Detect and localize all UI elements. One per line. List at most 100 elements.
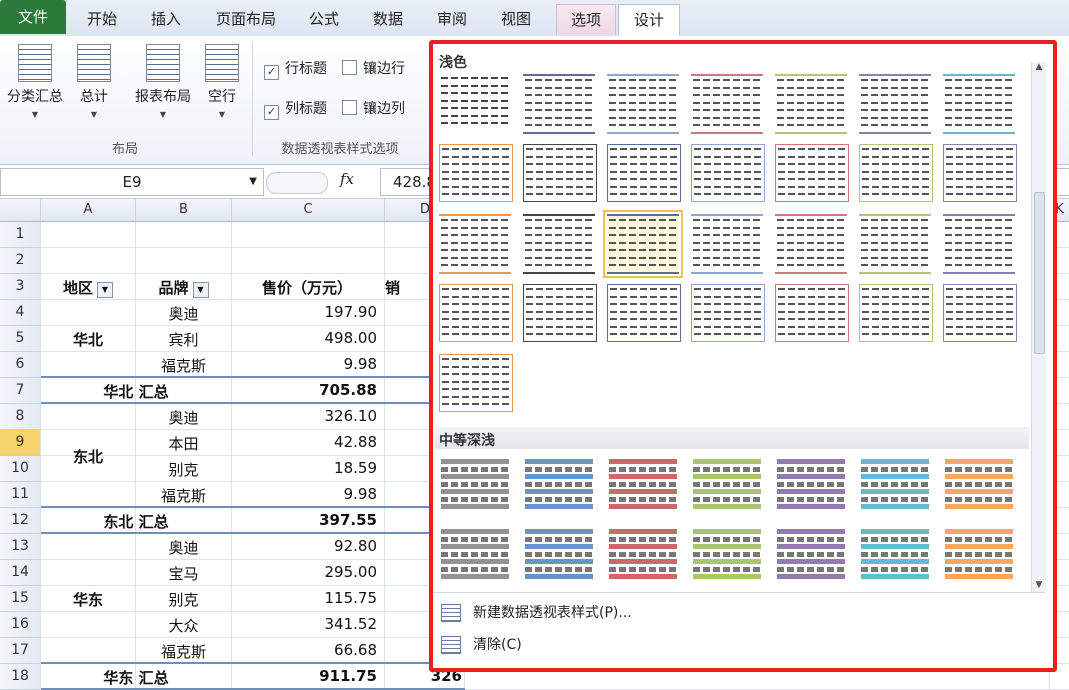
brand-cell[interactable]: 福克斯 (136, 355, 231, 376)
region-cell[interactable]: 东北 (41, 446, 135, 467)
column-headers-checkbox[interactable]: ✓ 列标题 (264, 98, 327, 120)
new-pivot-style-menu-item[interactable]: 新建数据透视表样式(P)... (473, 602, 632, 622)
light-style-thumb[interactable] (859, 284, 933, 342)
banded-rows-checkbox[interactable]: 镶边行 (342, 58, 405, 78)
row-header-3[interactable]: 3 (0, 274, 41, 300)
select-all-corner[interactable] (0, 199, 41, 221)
row-header-12[interactable]: 12 (0, 508, 41, 534)
brand-cell[interactable]: 福克斯 (136, 641, 231, 662)
light-style-thumb[interactable] (523, 144, 597, 202)
row-header-8[interactable]: 8 (0, 404, 41, 430)
row-header-9[interactable]: 9 (0, 430, 41, 456)
subtotal-label[interactable]: 华东 汇总 (41, 667, 231, 688)
light-style-thumb[interactable] (439, 74, 511, 130)
price-cell[interactable]: 295.00 (232, 563, 378, 581)
price-cell[interactable]: 92.80 (232, 537, 377, 555)
light-style-thumb[interactable] (943, 284, 1017, 342)
row-headers-checkbox[interactable]: ✓ 行标题 (264, 58, 327, 80)
tab-formulas[interactable]: 公式 (298, 4, 350, 34)
row-header-13[interactable]: 13 (0, 534, 41, 560)
light-style-thumb[interactable] (523, 214, 595, 274)
region-cell[interactable]: 华北 (41, 329, 135, 350)
subtotal-price[interactable]: 911.75 (232, 667, 377, 685)
row-header-6[interactable]: 6 (0, 352, 41, 378)
light-style-thumb[interactable] (439, 354, 513, 412)
light-style-thumb[interactable] (439, 284, 513, 342)
tab-review[interactable]: 审阅 (426, 4, 478, 34)
price-cell[interactable]: 18.59 (232, 459, 377, 477)
row-header-1[interactable]: 1 (0, 222, 41, 248)
brand-cell[interactable]: 福克斯 (136, 485, 231, 506)
subtotal-price[interactable]: 397.55 (232, 511, 377, 529)
medium-style-thumb[interactable] (607, 526, 679, 582)
medium-style-thumb[interactable] (943, 456, 1015, 512)
tab-home[interactable]: 开始 (76, 4, 128, 34)
scroll-down-icon[interactable]: ▼ (1032, 580, 1046, 590)
column-header-b[interactable]: B (136, 199, 232, 221)
brand-cell[interactable]: 宝马 (136, 563, 231, 584)
row-header-10[interactable]: 10 (0, 456, 41, 482)
tab-options[interactable]: 选项 (556, 4, 616, 35)
name-box[interactable]: E9 ▼ (0, 168, 264, 196)
brand-cell[interactable]: 别克 (136, 589, 231, 610)
light-style-thumb[interactable] (691, 284, 765, 342)
filter-dropdown-icon[interactable]: ▼ (97, 282, 113, 298)
header-price[interactable]: 售价（万元） (232, 277, 382, 298)
medium-style-thumb[interactable] (523, 526, 595, 582)
row-header-16[interactable]: 16 (0, 612, 41, 638)
formula-bar-splitter[interactable] (266, 172, 328, 194)
brand-cell[interactable]: 大众 (136, 615, 231, 636)
medium-style-thumb[interactable] (439, 526, 511, 582)
subtotal-price[interactable]: 705.88 (232, 381, 377, 399)
header-brand[interactable]: 品牌 ▼ (136, 277, 231, 298)
row-header-2[interactable]: 2 (0, 248, 41, 274)
row-header-5[interactable]: 5 (0, 326, 41, 352)
light-style-thumb[interactable] (775, 74, 847, 134)
light-style-thumb[interactable] (859, 214, 931, 274)
medium-style-thumb[interactable] (607, 456, 679, 512)
price-cell[interactable]: 9.98 (232, 485, 377, 503)
clear-menu-item[interactable]: 清除(C) (473, 634, 522, 654)
price-cell[interactable]: 9.98 (232, 355, 377, 373)
header-region[interactable]: 地区 ▼ (41, 277, 135, 298)
price-cell[interactable]: 326.10 (232, 407, 378, 425)
light-style-thumb[interactable] (523, 284, 597, 342)
banded-columns-checkbox[interactable]: 镶边列 (342, 98, 405, 118)
subtotals-button[interactable]: 分类汇总 ▼ (2, 44, 68, 119)
light-style-thumb[interactable] (691, 74, 763, 134)
light-style-thumb[interactable] (691, 144, 765, 202)
light-style-thumb[interactable] (691, 214, 763, 274)
filter-dropdown-icon[interactable]: ▼ (192, 282, 209, 298)
subtotal-label[interactable]: 东北 汇总 (41, 511, 231, 532)
row-header-18[interactable]: 18 (0, 664, 41, 690)
tab-file[interactable]: 文件 (0, 0, 66, 34)
tab-view[interactable]: 视图 (490, 4, 542, 34)
row-header-11[interactable]: 11 (0, 482, 41, 508)
light-style-thumb[interactable] (439, 144, 513, 202)
medium-style-thumb[interactable] (859, 456, 931, 512)
region-cell[interactable]: 华东 (41, 589, 135, 610)
light-style-thumb[interactable] (943, 74, 1015, 134)
price-cell[interactable]: 197.90 (232, 303, 378, 321)
tab-design[interactable]: 设计 (618, 4, 680, 36)
brand-cell[interactable]: 奥迪 (136, 407, 231, 428)
row-header-17[interactable]: 17 (0, 638, 41, 664)
scroll-up-icon[interactable]: ▲ (1032, 62, 1046, 72)
light-style-thumb[interactable] (859, 144, 933, 202)
medium-style-thumb[interactable] (439, 456, 511, 512)
price-cell[interactable]: 498.00 (232, 329, 378, 347)
row-header-4[interactable]: 4 (0, 300, 41, 326)
light-style-thumb[interactable] (775, 214, 847, 274)
row-header-7[interactable]: 7 (0, 378, 41, 404)
medium-style-thumb[interactable] (859, 526, 931, 582)
light-style-thumb[interactable] (775, 144, 849, 202)
medium-style-thumb[interactable] (691, 526, 763, 582)
blank-rows-button[interactable]: 空行 ▼ (198, 44, 246, 119)
subtotal-label[interactable]: 华北 汇总 (41, 381, 231, 402)
medium-style-thumb[interactable] (775, 456, 847, 512)
tab-data[interactable]: 数据 (362, 4, 414, 34)
gallery-scrollbar[interactable]: ▲ ▼ (1031, 62, 1046, 592)
light-style-thumb[interactable] (603, 210, 683, 278)
price-cell[interactable]: 42.88 (232, 433, 377, 451)
grand-totals-button[interactable]: 总计 ▼ (70, 44, 118, 119)
